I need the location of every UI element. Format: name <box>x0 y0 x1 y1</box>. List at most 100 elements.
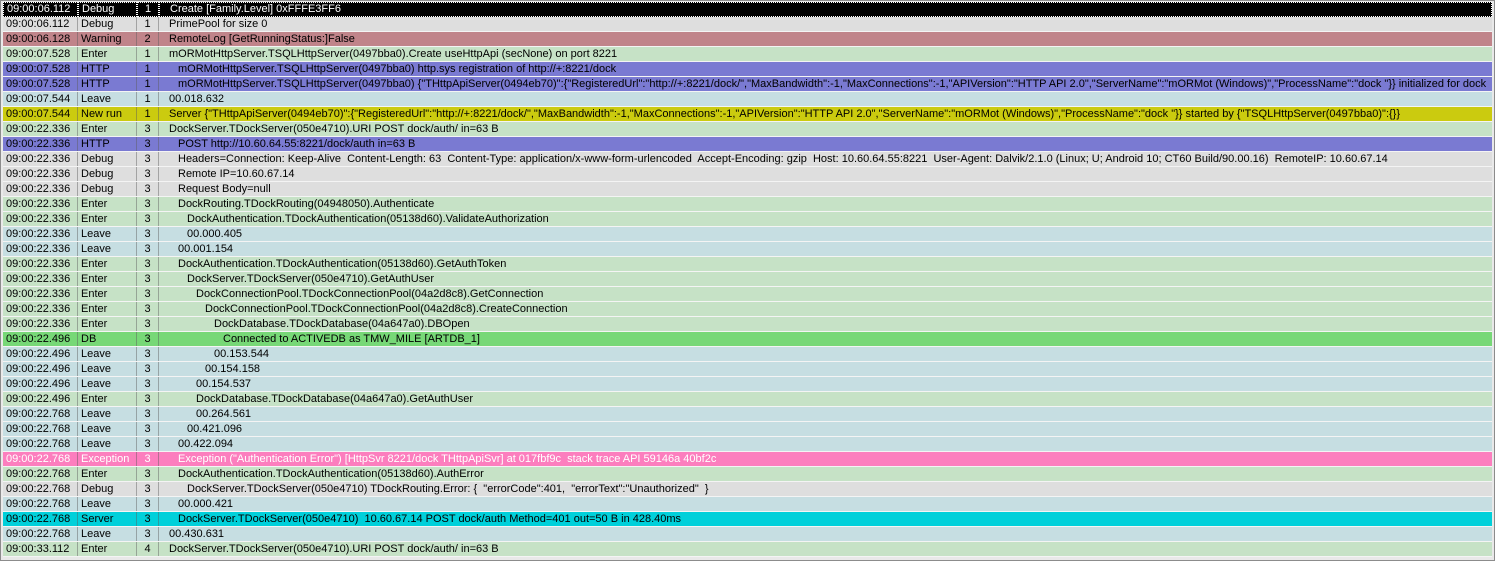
log-thread-cell: 3 <box>137 167 159 181</box>
log-level-cell: HTTP <box>78 137 137 151</box>
log-message-cell: 00.154.537 <box>196 378 252 390</box>
log-row[interactable]: 09:00:22.496 Enter 3 DockDatabase.TDockD… <box>3 392 1492 407</box>
log-row[interactable]: 09:00:22.336 Debug 3 Headers=Connection:… <box>3 152 1492 167</box>
log-thread-cell: 1 <box>137 107 159 121</box>
log-message-cell: DockDatabase.TDockDatabase(04a647a0).Get… <box>196 393 473 405</box>
log-row[interactable]: 09:00:22.336 Debug 3 Remote IP=10.60.67.… <box>3 167 1492 182</box>
log-time-cell: 09:00:22.336 <box>3 287 78 301</box>
log-thread-cell: 1 <box>137 17 159 31</box>
log-row[interactable]: 09:00:22.336 Enter 3 DockServer.TDockSer… <box>3 122 1492 137</box>
log-time-cell: 09:00:22.336 <box>3 227 78 241</box>
log-message-cell: 00.000.405 <box>187 228 243 240</box>
log-time-cell: 09:00:22.768 <box>3 437 78 451</box>
log-row[interactable]: 09:00:22.768 Leave 3 00.430.631 <box>3 527 1492 542</box>
log-message-cell: Create [Family.Level] 0xFFFE3FF6 <box>159 2 1492 17</box>
log-time-cell: 09:00:22.768 <box>3 467 78 481</box>
log-level-cell: Leave <box>78 377 137 391</box>
log-thread-cell: 3 <box>137 227 159 241</box>
log-time-cell: 09:00:22.768 <box>3 527 78 541</box>
log-time-cell: 09:00:06.128 <box>3 32 78 46</box>
log-row[interactable]: 09:00:22.336 Enter 3 DockConnectionPool.… <box>3 302 1492 317</box>
log-row[interactable]: 09:00:22.768 Debug 3 DockServer.TDockSer… <box>3 482 1492 497</box>
log-row[interactable]: 09:00:22.336 Enter 3 DockRouting.TDockRo… <box>3 197 1492 212</box>
log-row[interactable]: 09:00:06.112 Debug 1 PrimePool for size … <box>3 17 1492 32</box>
log-row[interactable]: 09:00:07.528 HTTP 1 mORMotHttpServer.TSQ… <box>3 77 1492 92</box>
log-message-cell: Connected to ACTIVEDB as TMW_MILE [ARTDB… <box>223 333 480 345</box>
log-row[interactable]: 09:00:22.496 Leave 3 00.153.544 <box>3 347 1492 362</box>
log-level-cell: Enter <box>78 122 137 136</box>
log-row[interactable]: 09:00:07.544 New run 1 Server {"THttpApi… <box>3 107 1492 122</box>
log-time-cell: 09:00:07.528 <box>3 47 78 61</box>
log-row[interactable]: 09:00:22.336 Leave 3 00.000.405 <box>3 227 1492 242</box>
log-row[interactable]: 09:00:22.768 Server 3 DockServer.TDockSe… <box>3 512 1492 527</box>
log-level-cell: Leave <box>78 527 137 541</box>
log-row[interactable]: 09:00:22.336 Enter 3 DockAuthentication.… <box>3 212 1492 227</box>
log-row[interactable]: 09:00:22.496 Leave 3 00.154.537 <box>3 377 1492 392</box>
log-message-cell: DockServer.TDockServer(050e4710).URI POS… <box>169 123 499 135</box>
log-row[interactable]: 09:00:22.768 Enter 3 DockAuthentication.… <box>3 467 1492 482</box>
log-time-cell: 09:00:22.768 <box>3 452 78 466</box>
log-row[interactable]: 09:00:22.768 Leave 3 00.421.096 <box>3 422 1492 437</box>
log-time-cell: 09:00:22.336 <box>3 137 78 151</box>
log-row[interactable]: 09:00:22.496 Leave 3 00.154.158 <box>3 362 1492 377</box>
log-time-cell: 09:00:06.112 <box>3 17 78 31</box>
log-message-cell: 00.430.631 <box>169 528 225 540</box>
log-row[interactable]: 09:00:22.336 Enter 3 DockServer.TDockSer… <box>3 272 1492 287</box>
log-row[interactable]: 09:00:22.768 Leave 3 00.264.561 <box>3 407 1492 422</box>
log-row[interactable]: 09:00:33.112 Enter 4 DockServer.TDockSer… <box>3 542 1492 557</box>
log-row[interactable]: 09:00:22.768 Exception 3 Exception ("Aut… <box>3 452 1492 467</box>
log-thread-cell: 1 <box>137 92 159 106</box>
log-row[interactable]: 09:00:22.768 Leave 3 00.000.421 <box>3 497 1492 512</box>
log-message-cell: mORMotHttpServer.TSQLHttpServer(0497bba0… <box>178 78 1487 90</box>
log-row[interactable]: 09:00:06.128 Warning 2 RemoteLog [GetRun… <box>3 32 1492 47</box>
log-thread-cell: 3 <box>137 347 159 361</box>
log-time-cell: 09:00:22.336 <box>3 182 78 196</box>
log-time-cell: 09:00:22.336 <box>3 272 78 286</box>
log-row[interactable]: 09:00:06.112 Debug 1 Create [Family.Leve… <box>3 2 1492 17</box>
log-thread-cell: 3 <box>137 257 159 271</box>
log-row[interactable]: 09:00:22.768 Leave 3 00.422.094 <box>3 437 1492 452</box>
log-grid[interactable]: 09:00:06.112 Debug 1 Create [Family.Leve… <box>3 2 1492 560</box>
log-level-cell: HTTP <box>78 62 137 76</box>
log-row[interactable]: 09:00:07.544 Leave 1 00.018.632 <box>3 92 1492 107</box>
log-row[interactable]: 09:00:22.336 Enter 3 DockDatabase.TDockD… <box>3 317 1492 332</box>
log-level-cell: Exception <box>78 452 137 466</box>
log-row[interactable]: 09:00:22.336 Debug 3 Request Body=null <box>3 182 1492 197</box>
log-message-cell: DockServer.TDockServer(050e4710).GetAuth… <box>187 273 434 285</box>
log-thread-cell: 3 <box>137 497 159 511</box>
log-row[interactable]: 09:00:07.528 Enter 1 mORMotHttpServer.TS… <box>3 47 1492 62</box>
log-time-cell: 09:00:33.112 <box>3 542 78 556</box>
log-time-cell: 09:00:22.496 <box>3 332 78 346</box>
log-level-cell: Leave <box>78 422 137 436</box>
log-thread-cell: 3 <box>137 467 159 481</box>
log-level-cell: Debug <box>78 182 137 196</box>
log-thread-cell: 3 <box>137 512 159 526</box>
log-level-cell: Debug <box>78 482 137 496</box>
log-row[interactable]: 09:00:22.336 Enter 3 DockConnectionPool.… <box>3 287 1492 302</box>
log-row[interactable]: 09:00:22.336 HTTP 3 POST http://10.60.64… <box>3 137 1492 152</box>
log-thread-cell: 1 <box>137 62 159 76</box>
log-message-cell: Request Body=null <box>178 183 271 195</box>
log-time-cell: 09:00:22.496 <box>3 362 78 376</box>
log-time-cell: 09:00:22.768 <box>3 422 78 436</box>
log-row[interactable]: 09:00:22.336 Enter 3 DockAuthentication.… <box>3 257 1492 272</box>
log-message-cell: DockDatabase.TDockDatabase(04a647a0).DBO… <box>214 318 470 330</box>
log-row[interactable]: 09:00:22.336 Leave 3 00.001.154 <box>3 242 1492 257</box>
log-time-cell: 09:00:07.544 <box>3 107 78 121</box>
log-level-cell: Debug <box>78 17 137 31</box>
log-level-cell: Leave <box>78 497 137 511</box>
log-thread-cell: 4 <box>137 542 159 556</box>
log-level-cell: Leave <box>78 242 137 256</box>
log-thread-cell: 3 <box>137 122 159 136</box>
log-thread-cell: 3 <box>137 332 159 346</box>
log-level-cell: Leave <box>78 362 137 376</box>
log-row[interactable]: 09:00:07.528 HTTP 1 mORMotHttpServer.TSQ… <box>3 62 1492 77</box>
log-time-cell: 09:00:22.336 <box>3 122 78 136</box>
log-message-cell: mORMotHttpServer.TSQLHttpServer(0497bba0… <box>178 63 617 75</box>
log-message-cell: Server {"THttpApiServer(0494eb70)":{"Reg… <box>169 108 1401 120</box>
log-time-cell: 09:00:22.336 <box>3 212 78 226</box>
log-row[interactable]: 09:00:22.496 DB 3 Connected to ACTIVEDB … <box>3 332 1492 347</box>
log-time-cell: 09:00:22.336 <box>3 197 78 211</box>
log-time-cell: 09:00:22.336 <box>3 242 78 256</box>
log-time-cell: 09:00:22.496 <box>3 347 78 361</box>
